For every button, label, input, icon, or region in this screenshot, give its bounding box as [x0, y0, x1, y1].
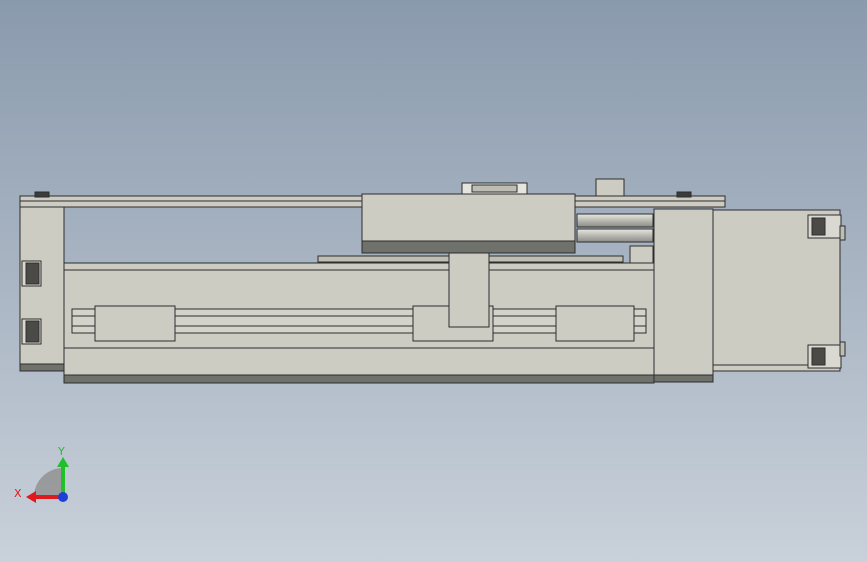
x-axis-label: X	[14, 487, 22, 500]
z-axis-dot	[58, 492, 68, 502]
x-axis-arrowhead	[26, 491, 36, 503]
slider-table	[361, 193, 576, 242]
rod-lower	[576, 228, 654, 243]
connecting-stem	[448, 252, 490, 328]
cad-model-view[interactable]: X Y	[0, 0, 867, 562]
coordinate-triad: X Y	[14, 445, 69, 503]
rail-block-left	[94, 305, 176, 342]
rod-upper	[576, 213, 654, 228]
rail-block-right	[555, 305, 635, 342]
screw-head-right-top	[676, 191, 692, 198]
graphics-viewport[interactable]: X Y	[0, 0, 867, 562]
motor-flange	[653, 208, 714, 376]
screw-head-left-top	[34, 191, 50, 198]
y-axis-arrowhead	[57, 457, 69, 467]
left-end-cap	[19, 206, 65, 372]
y-axis-label: Y	[57, 445, 65, 458]
base-body-bottom-shadow	[63, 374, 655, 384]
slider-table-shadow	[361, 240, 576, 254]
stopper-block	[595, 178, 625, 197]
